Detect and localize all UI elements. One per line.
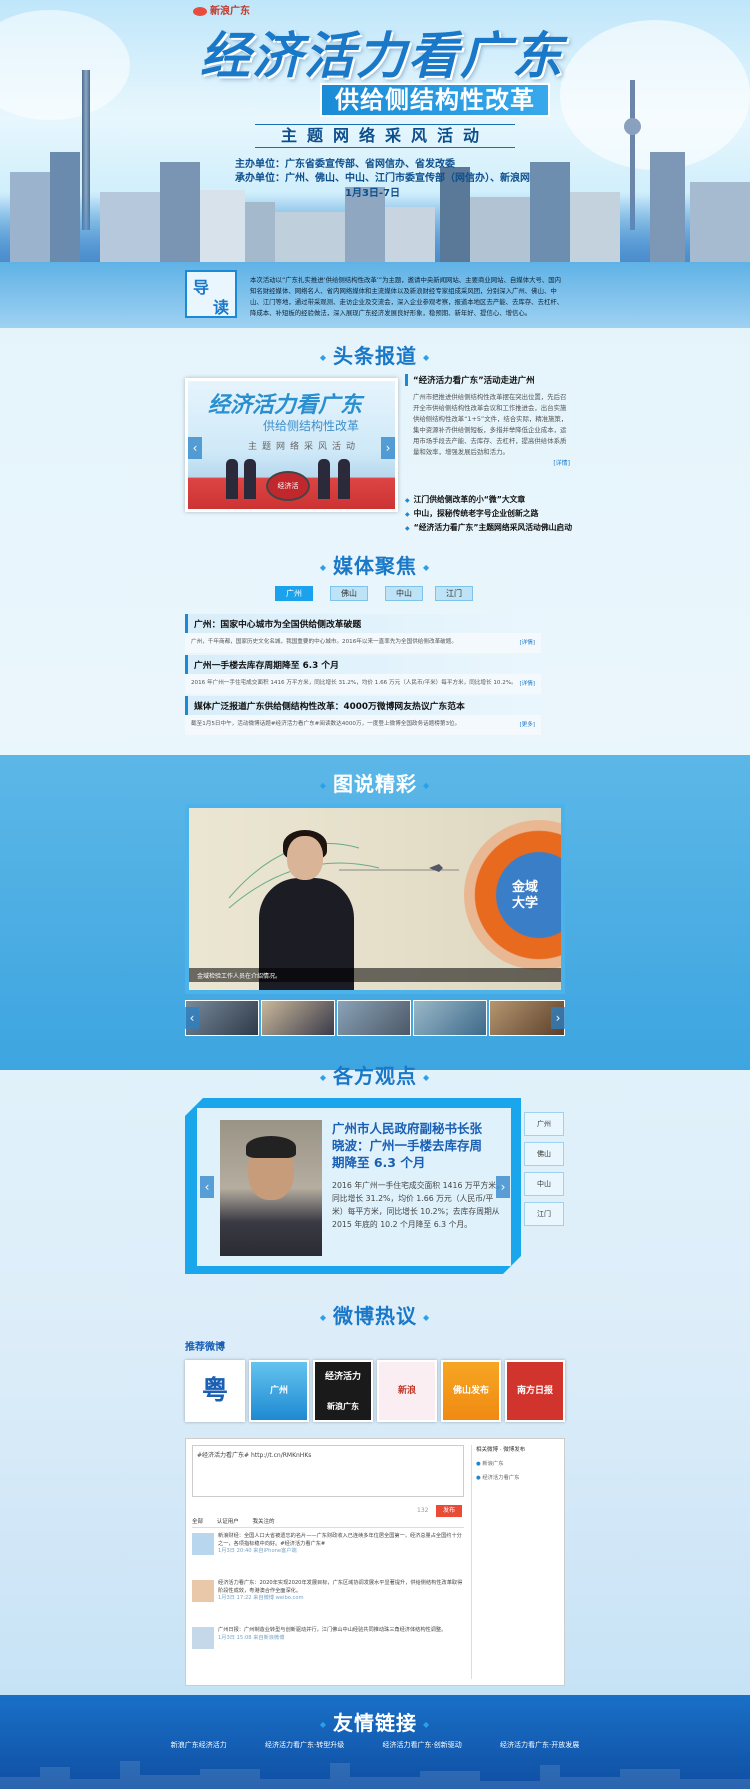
sidebar-item[interactable]: 经济活力看广东 <box>476 1473 559 1481</box>
section-title-links: 友情链接 <box>275 1707 475 1736</box>
footer-link[interactable]: 新浪广东经济活力 <box>171 1741 227 1749</box>
prev-arrow-icon[interactable]: ‹ <box>200 1176 214 1198</box>
news-title[interactable]: 媒体广泛报道广东供给侧结构性改革：4000万微博网友热议广东范本 <box>185 696 541 715</box>
skyline-icon <box>0 1761 750 1789</box>
sina-eye-icon <box>193 6 207 16</box>
section-title-weibo: 微博热议 <box>275 1300 475 1329</box>
sidebar-item[interactable]: 新浪广东 <box>476 1459 559 1467</box>
headline-image[interactable]: 经济活力看广东 供给侧结构性改革 主题网络采风活动 经济活 ‹ › <box>185 378 398 512</box>
next-arrow-icon[interactable]: › <box>496 1176 510 1198</box>
footer-link[interactable]: 经济活力看广东·创新驱动 <box>383 1741 462 1749</box>
tab-zhongshan[interactable]: 中山 <box>385 586 423 601</box>
tab-guangzhou[interactable]: 广州 <box>275 586 313 601</box>
news-title[interactable]: 广州：国家中心城市为全国供给侧改革破题 <box>185 614 541 633</box>
weibo-post[interactable]: 新浪财经：全国人口大省被遗忘的名片——广东财政收入已连续多年位居全国第一，经济总… <box>192 1533 464 1575</box>
prev-arrow-icon[interactable]: ‹ <box>185 1007 199 1029</box>
weibo-widget: #经济活力看广东# http://t.cn/RMKnHKs 132 发布 全部 … <box>185 1438 565 1686</box>
headline-more-link[interactable]: [详情] <box>405 458 570 467</box>
avatar[interactable] <box>192 1533 214 1555</box>
tab-following[interactable]: 我关注的 <box>253 1519 275 1525</box>
site-logo[interactable]: 新浪广东 <box>193 2 250 17</box>
intro-text: 本次活动以“广东扎实推进‘供给侧结构性改革’”为主题，邀请中央新闻网站、主要商业… <box>250 276 564 317</box>
weibo-account-avatar[interactable]: 佛山发布 <box>441 1360 501 1422</box>
opinion-title[interactable]: 广州市人民政府副秘书长张晓波：广州一手楼去库存周期降至 6.3 个月 <box>332 1120 492 1171</box>
weibo-account-avatar[interactable]: 新浪 <box>377 1360 437 1422</box>
thumbnail[interactable] <box>413 1000 487 1036</box>
opinion-tab-jiangmen[interactable]: 江门 <box>524 1202 564 1226</box>
weibo-filter-tabs: 全部 认证用户 我关注的 <box>192 1517 464 1528</box>
weibo-account-avatar[interactable]: 南方日报 <box>505 1360 565 1422</box>
weibo-post[interactable]: 经济活力看广东：2020年实现2020年发展目标，广东区域协调发展水平显著提升，… <box>192 1580 464 1622</box>
news-more-link[interactable]: [详情] <box>519 638 535 646</box>
char-count: 132 <box>417 1507 429 1514</box>
headline-main-text: 广州市把推进供给侧结构性改革摆在突出位置，先后召开全市供给侧结构性改革会议和工作… <box>413 393 568 456</box>
weibo-compose-input[interactable]: #经济活力看广东# http://t.cn/RMKnHKs <box>192 1445 464 1497</box>
weibo-account-avatar[interactable]: 广州 <box>249 1360 309 1422</box>
activity-theme: 主题网络采风活动 <box>255 124 515 148</box>
speaker-photo <box>220 1120 322 1256</box>
recommended-weibo-label: 推荐微博 <box>185 1342 225 1353</box>
thumbnail[interactable] <box>261 1000 335 1036</box>
footer-link[interactable]: 经济活力看广东·转型升级 <box>265 1741 344 1749</box>
news-more-link[interactable]: [详情] <box>519 679 535 687</box>
news-summary: 2016 年广州一手住宅成交面积 1416 万平方米，同比增长 31.2%，均价… <box>185 674 541 694</box>
opinion-text: 2016 年广州一手住宅成交面积 1416 万平方米，同比增长 31.2%，均价… <box>332 1181 504 1229</box>
headline-list: 江门供给侧改革的小“微”大文章 中山，探秘传统老字号企业创新之路 “经济活力看广… <box>405 493 590 535</box>
section-title-pictures: 图说精彩 <box>275 768 475 797</box>
activity-date: 1月3日-7日 <box>345 188 401 199</box>
tab-verified[interactable]: 认证用户 <box>217 1519 239 1525</box>
tab-all[interactable]: 全部 <box>192 1519 203 1525</box>
news-title[interactable]: 广州一手楼去库存周期降至 6.3 个月 <box>185 655 541 674</box>
footer-link[interactable]: 经济活力看广东·开放发展 <box>500 1741 579 1749</box>
opinion-tab-guangzhou[interactable]: 广州 <box>524 1112 564 1136</box>
photo-caption: 金域检验工作人员在介绍情况。 <box>189 968 561 982</box>
list-item[interactable]: 江门供给侧改革的小“微”大文章 <box>405 493 590 507</box>
weibo-send-button[interactable]: 发布 <box>436 1505 462 1517</box>
next-arrow-icon[interactable]: › <box>551 1007 565 1029</box>
weibo-post[interactable]: 广州日报：广州制造业转型与创新驱动并行，江门佛山中山经验共同推动珠三角经济体结构… <box>192 1627 464 1669</box>
header-banner: 新浪广东 经济活力看广东 供给侧结构性改革 主题网络采风活动 主办单位：广东省委… <box>0 0 750 262</box>
news-item[interactable]: 广州一手楼去库存周期降至 6.3 个月 2016 年广州一手住宅成交面积 141… <box>185 655 541 694</box>
prev-arrow-icon[interactable]: ‹ <box>188 437 202 459</box>
weibo-sidebar: 相关微博 · 微博发布 新浪广东 经济活力看广东 <box>471 1445 559 1679</box>
orb-text: 金域大学 <box>512 880 539 911</box>
feature-photo[interactable]: 金域大学 金域检验工作人员在介绍情况。 <box>185 804 565 994</box>
co-organizer-text: 承办单位：广州、佛山、中山、江门市委宣传部（网信办）、新浪网 <box>235 173 530 184</box>
list-item[interactable]: “经济活力看广东”主题网络采风活动佛山启动 <box>405 521 590 535</box>
friend-links: 新浪广东经济活力 经济活力看广东·转型升级 经济活力看广东·创新驱动 经济活力看… <box>0 1740 750 1750</box>
weibo-accounts: 粤 广州 经济活力 新浪广东 新浪 佛山发布 南方日报 <box>185 1360 565 1422</box>
headline-main: “经济活力看广东”活动走进广州 广州市把推进供给侧结构性改革摆在突出位置，先后召… <box>405 374 570 467</box>
opinion-tab-zhongshan[interactable]: 中山 <box>524 1172 564 1196</box>
next-arrow-icon[interactable]: › <box>381 437 395 459</box>
thumbnail[interactable] <box>337 1000 411 1036</box>
headline-main-title[interactable]: “经济活力看广东”活动走进广州 <box>405 374 570 386</box>
photo-thumbnails: ‹ › <box>185 1000 565 1036</box>
tab-foshan[interactable]: 佛山 <box>330 586 368 601</box>
intro-badge: 导 读 <box>185 270 237 318</box>
section-title-opinions: 各方观点 <box>275 1060 475 1089</box>
news-summary: 截至1月5日中午，活动微博话题#经济活力看广东#阅读数达4000万，一度登上微博… <box>185 715 541 735</box>
section-title-headlines: 头条报道 <box>275 340 475 369</box>
news-item[interactable]: 媒体广泛报道广东供给侧结构性改革：4000万微博网友热议广东范本 截至1月5日中… <box>185 696 541 735</box>
news-summary: 广州，千年商都，国家历史文化名城，我国重要的中心城市。2016年以来一直率先为全… <box>185 633 541 653</box>
avatar[interactable] <box>192 1627 214 1649</box>
news-more-link[interactable]: [更多] <box>519 720 535 728</box>
organizer-text: 主办单位：广东省委宣传部、省网信办、省发改委 <box>235 159 455 170</box>
news-item[interactable]: 广州：国家中心城市为全国供给侧改革破题 广州，千年商都，国家历史文化名城，我国重… <box>185 614 541 653</box>
page-subtitle: 供给侧结构性改革 <box>320 83 550 117</box>
weibo-account-avatar[interactable]: 粤 <box>185 1360 245 1422</box>
weibo-account-avatar[interactable]: 经济活力 新浪广东 <box>313 1360 373 1422</box>
avatar[interactable] <box>192 1580 214 1602</box>
opinion-tab-foshan[interactable]: 佛山 <box>524 1142 564 1166</box>
page-title: 经济活力看广东 <box>200 26 564 85</box>
section-title-media: 媒体聚焦 <box>275 550 475 579</box>
list-item[interactable]: 中山，探秘传统老字号企业创新之路 <box>405 507 590 521</box>
tab-jiangmen[interactable]: 江门 <box>435 586 473 601</box>
